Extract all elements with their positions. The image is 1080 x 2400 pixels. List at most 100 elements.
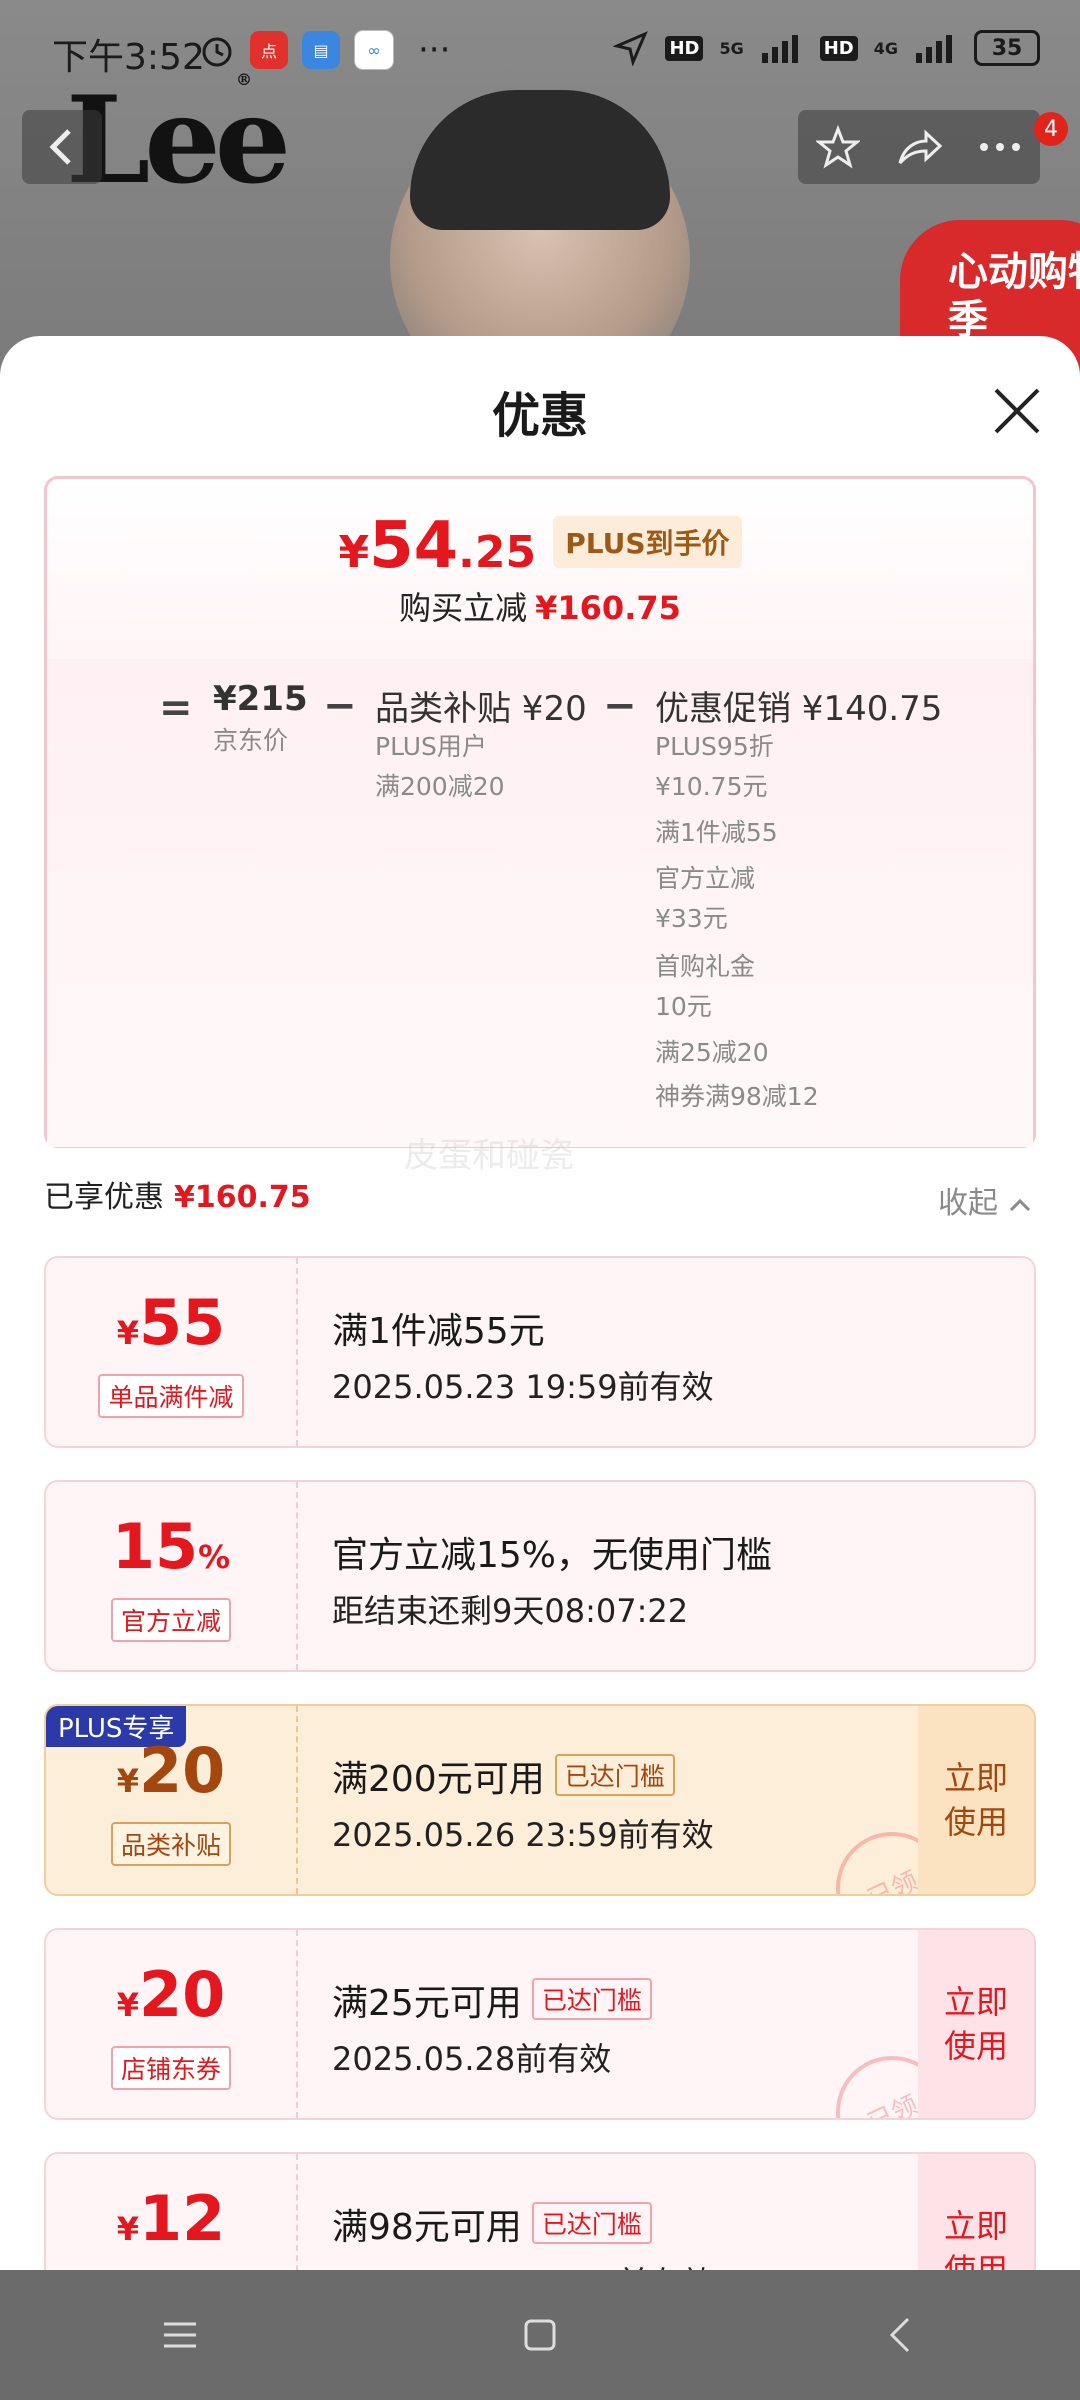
status-app-icons: 点 ▤ ∞ ···	[198, 30, 450, 70]
battery-level: 35	[991, 35, 1023, 61]
threshold-reached-badge: 已达门槛	[531, 1978, 652, 2020]
threshold-reached-badge: 已达门槛	[554, 1754, 675, 1796]
coupon-value: ¥20	[46, 1734, 296, 1807]
menu-icon	[164, 2322, 196, 2348]
use-now-button[interactable]: 立即 使用	[918, 1706, 1034, 1894]
coupon-amount: 12	[138, 2182, 226, 2255]
promo-line-2: ¥10.75元	[655, 772, 768, 801]
promo-line-4: 官方立减	[655, 864, 756, 893]
location-icon	[613, 31, 649, 66]
hd-badge-2: HD	[819, 35, 858, 61]
coupon-card: ¥20 店铺东券 满25元可用 已达门槛 2025.05.28前有效 已领 立即使…	[44, 1928, 1036, 2120]
more-dots-icon	[979, 143, 1020, 151]
coupon-value: ¥55	[46, 1286, 296, 1359]
battery-icon: 35	[974, 30, 1040, 66]
reduce-value: ¥160.75	[535, 589, 681, 627]
subsidy-title: 品类补贴 ¥20	[375, 689, 587, 729]
coupon-title: 满1件减55元	[332, 1311, 545, 1352]
use-now-button[interactable]: 立即 使用	[918, 2154, 1034, 2270]
final-price: ¥54.25 PLUS到手价	[47, 509, 1033, 583]
coupon-type-label: 店铺东券	[110, 2046, 231, 2090]
star-icon	[816, 125, 861, 169]
coupon-type: 品类补贴	[46, 1822, 296, 1866]
coupon-title: 满98元可用 已达门槛	[332, 2198, 652, 2250]
promo-line-6: 首购礼金	[655, 952, 756, 981]
more-button[interactable]	[970, 117, 1030, 177]
coupon-title: 满200元可用 已达门槛	[332, 1750, 675, 1802]
alarm-icon	[202, 37, 232, 67]
reduce-line: 购买立减 ¥160.75	[47, 583, 1033, 629]
coupon-title-text: 满200元可用	[332, 1759, 545, 1800]
chevron-up-icon	[1009, 1198, 1030, 1212]
reduce-label: 购买立减	[399, 589, 528, 627]
promo-line-9: 神券满98减12	[655, 1082, 819, 1111]
coupon-type-label: 品类补贴	[110, 1822, 231, 1866]
share-button[interactable]	[889, 117, 949, 177]
minus-sign-2: −	[603, 683, 637, 729]
back-nav-button[interactable]	[860, 2295, 940, 2375]
share-icon	[898, 129, 942, 165]
coupon-percent: %	[198, 1538, 231, 1576]
enjoyed-value: ¥160.75	[174, 1180, 311, 1215]
app-icon-blue: ▤	[302, 31, 340, 69]
hd-badge-1: HD	[665, 35, 704, 61]
coupon-type: 单品满件减	[46, 1374, 296, 1418]
chevron-left-icon	[49, 129, 71, 165]
close-button[interactable]	[990, 384, 1044, 438]
header-toolbar	[798, 110, 1040, 184]
coupon-countdown: 距结束还剩9天08:07:22	[332, 1592, 689, 1630]
coupon-validity: 2025.05.28前有效	[332, 2040, 612, 2078]
collapse-label: 收起	[938, 1186, 998, 1221]
app-icon-red: 点	[250, 31, 288, 69]
price-breakdown: = ¥215 京东价 − 品类补贴 ¥20 PLUS用户 满200减20 − 优…	[47, 659, 1033, 1147]
coupon-value: 15%	[46, 1510, 296, 1583]
jd-price: ¥215	[213, 679, 308, 719]
home-button[interactable]	[500, 2295, 580, 2375]
coupon-card: 15% 官方立减 官方立减15%，无使用门槛 距结束还剩9天08:07:22	[44, 1480, 1036, 1672]
recent-apps-button[interactable]	[140, 2295, 220, 2375]
coupon-amount: 20	[138, 1958, 226, 2031]
coupon-amount: 55	[138, 1286, 226, 1359]
close-icon	[994, 388, 1040, 434]
coupon-type-label: 官方立减	[110, 1598, 231, 1642]
coupon-type-label: 单品满件减	[98, 1374, 244, 1418]
coupon-type: 官方立减	[46, 1598, 296, 1642]
promo-line-7: 10元	[655, 992, 712, 1021]
promo-line-1: PLUS95折	[655, 732, 774, 761]
enjoyed-label: 已享优惠	[44, 1180, 164, 1215]
collapse-button[interactable]: 收起	[938, 1178, 1032, 1222]
final-price-integer: 54	[369, 509, 459, 583]
app-icon-cloud: ∞	[354, 30, 394, 70]
sheet-title: 优惠	[491, 388, 588, 444]
coupon-amount: 15	[111, 1510, 199, 1583]
promo-line-8: 满25减20	[655, 1038, 769, 1067]
promo-line-3: 满1件减55	[655, 818, 778, 847]
final-price-yen: ¥	[338, 527, 370, 578]
watermark: 皮蛋和碰瓷	[404, 1136, 574, 1176]
coupon-type: 店铺东券	[46, 2046, 296, 2090]
final-price-decimal: .25	[458, 527, 537, 578]
discount-sheet: 优惠 ¥54.25 PLUS到手价 购买立减 ¥160.75 = ¥215 京东价…	[0, 336, 1080, 2270]
threshold-reached-badge: 已达门槛	[531, 2202, 652, 2244]
use-now-button[interactable]: 立即 使用	[918, 1930, 1034, 2118]
signal-icon	[761, 35, 798, 63]
coupon-yen: ¥	[116, 1314, 139, 1352]
coupon-card-plus: PLUS专享 ¥20 品类补贴 满200元可用 已达门槛 2025.05.26 2…	[44, 1704, 1036, 1896]
coupon-title: 满25元可用 已达门槛	[332, 1974, 652, 2026]
equals-sign: =	[159, 685, 193, 731]
status-right: HD 5G HD 4G 35	[613, 30, 1040, 66]
price-summary-card: ¥54.25 PLUS到手价 购买立减 ¥160.75 = ¥215 京东价 − …	[44, 476, 1036, 1148]
network-4g: 4G	[873, 38, 898, 58]
coupon-card: ¥55 单品满件减 满1件减55元 2025.05.23 19:59前有效	[44, 1256, 1036, 1448]
coupon-validity: 2025.05.23 19:59前有效	[332, 1368, 714, 1406]
minus-sign-1: −	[323, 683, 357, 729]
status-more-icon: ···	[418, 30, 451, 70]
back-button[interactable]	[22, 110, 102, 184]
coupon-card: ¥12 满98元可用已达门槛 2025.05.28 23:59前有效 立即使用	[44, 2152, 1036, 2270]
promo-title: 优惠促销 ¥140.75	[655, 689, 943, 729]
subsidy-line-2: 满200减20	[375, 772, 505, 801]
favorite-button[interactable]	[808, 117, 868, 177]
model-hair	[410, 90, 670, 230]
signal-icon-2	[916, 35, 952, 63]
coupon-yen: ¥	[116, 2210, 139, 2248]
